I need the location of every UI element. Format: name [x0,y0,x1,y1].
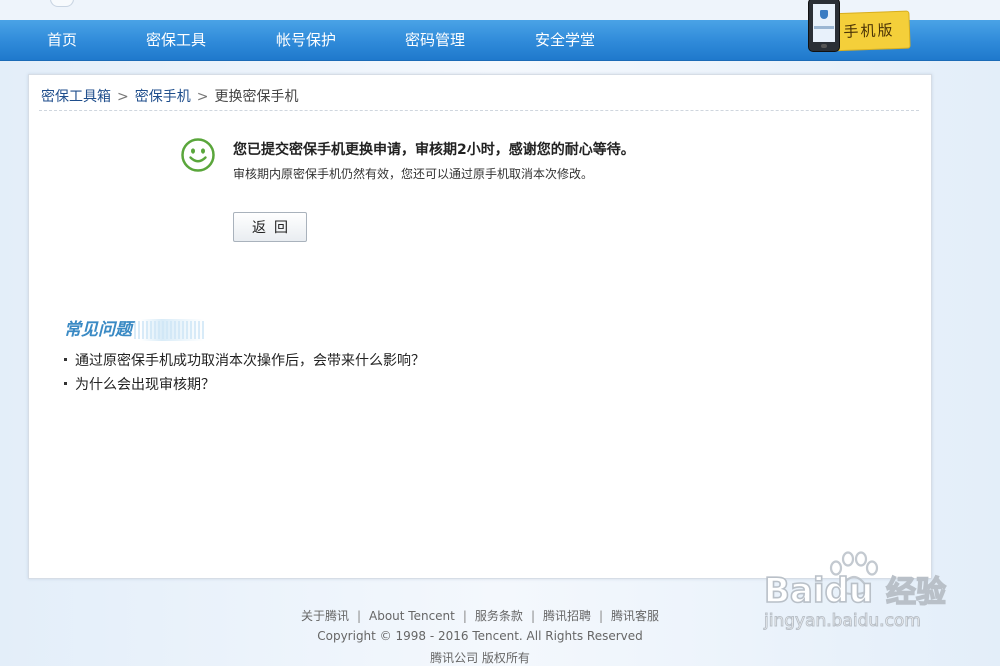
faq-title: 常见问题 [64,320,132,340]
footer-link-customer-service[interactable]: 腾讯客服 [611,609,659,623]
faq-header-decoration [134,321,204,339]
faq-header: 常见问题 [64,319,204,341]
back-button[interactable]: 返回 [233,212,307,242]
success-message-title: 您已提交密保手机更换申请，审核期2小时，感谢您的耐心等待。 [233,142,635,158]
smiley-icon [181,138,215,172]
footer-separator: | [599,609,604,623]
phone-icon [808,0,840,52]
footer-separator: | [530,609,535,623]
faq-item-text: 为什么会出现审核期？ [75,377,215,393]
company-notice: 腾讯公司 版权所有 [430,651,530,665]
footer-separator: | [356,609,361,623]
success-message-subtitle: 审核期内原密保手机仍然有效，您还可以通过原手机取消本次修改。 [233,167,594,181]
mobile-version-badge[interactable]: 手机版 [792,0,918,56]
watermark-url: jingyan.baidu.com [763,611,921,631]
breadcrumb-separator: > [196,89,209,105]
footer-separator: | [462,609,467,623]
faq-list: 通过原密保手机成功取消本次操作后，会带来什么影响？ 为什么会出现审核期？ [64,349,425,397]
nav-item-password-management[interactable]: 密码管理 [405,20,465,60]
watermark-brand-cn: 经验 [886,575,946,610]
baidu-jingyan-watermark: Baidu 经验 jingyan.baidu.com [763,551,947,632]
shield-icon [820,10,828,19]
breadcrumb-separator: > [117,89,129,105]
breadcrumb-security-phone[interactable]: 密保手机 [135,89,191,105]
faq-item[interactable]: 为什么会出现审核期？ [64,373,425,397]
nav-item-security-school[interactable]: 安全学堂 [535,20,595,60]
nav-item-account-protection[interactable]: 帐号保护 [276,20,336,60]
bullet-icon [64,358,67,361]
bullet-icon [64,382,67,385]
faq-item[interactable]: 通过原密保手机成功取消本次操作后，会带来什么影响？ [64,349,425,373]
nav-item-security-tools[interactable]: 密保工具 [146,20,206,60]
main-panel: 密保工具箱 > 密保手机 > 更换密保手机 您已提交密保手机更换申请，审核期2小时，感谢… [28,74,932,579]
breadcrumb-security-toolbox[interactable]: 密保工具箱 [41,89,111,105]
breadcrumb: 密保工具箱 > 密保手机 > 更换密保手机 [41,87,298,107]
footer-link-careers[interactable]: 腾讯招聘 [543,609,591,623]
footer-link-about-tencent-cn[interactable]: 关于腾讯 [301,609,349,623]
breadcrumb-current: 更换密保手机 [214,89,299,105]
faq-item-text: 通过原密保手机成功取消本次操作后，会带来什么影响？ [75,353,425,369]
logo-fragment [50,0,74,7]
nav-item-home[interactable]: 首页 [47,20,77,60]
divider [39,110,919,111]
footer-link-about-tencent[interactable]: About Tencent [369,609,455,623]
watermark-brand: Baidu [764,571,873,611]
footer-link-terms[interactable]: 服务条款 [475,609,523,623]
